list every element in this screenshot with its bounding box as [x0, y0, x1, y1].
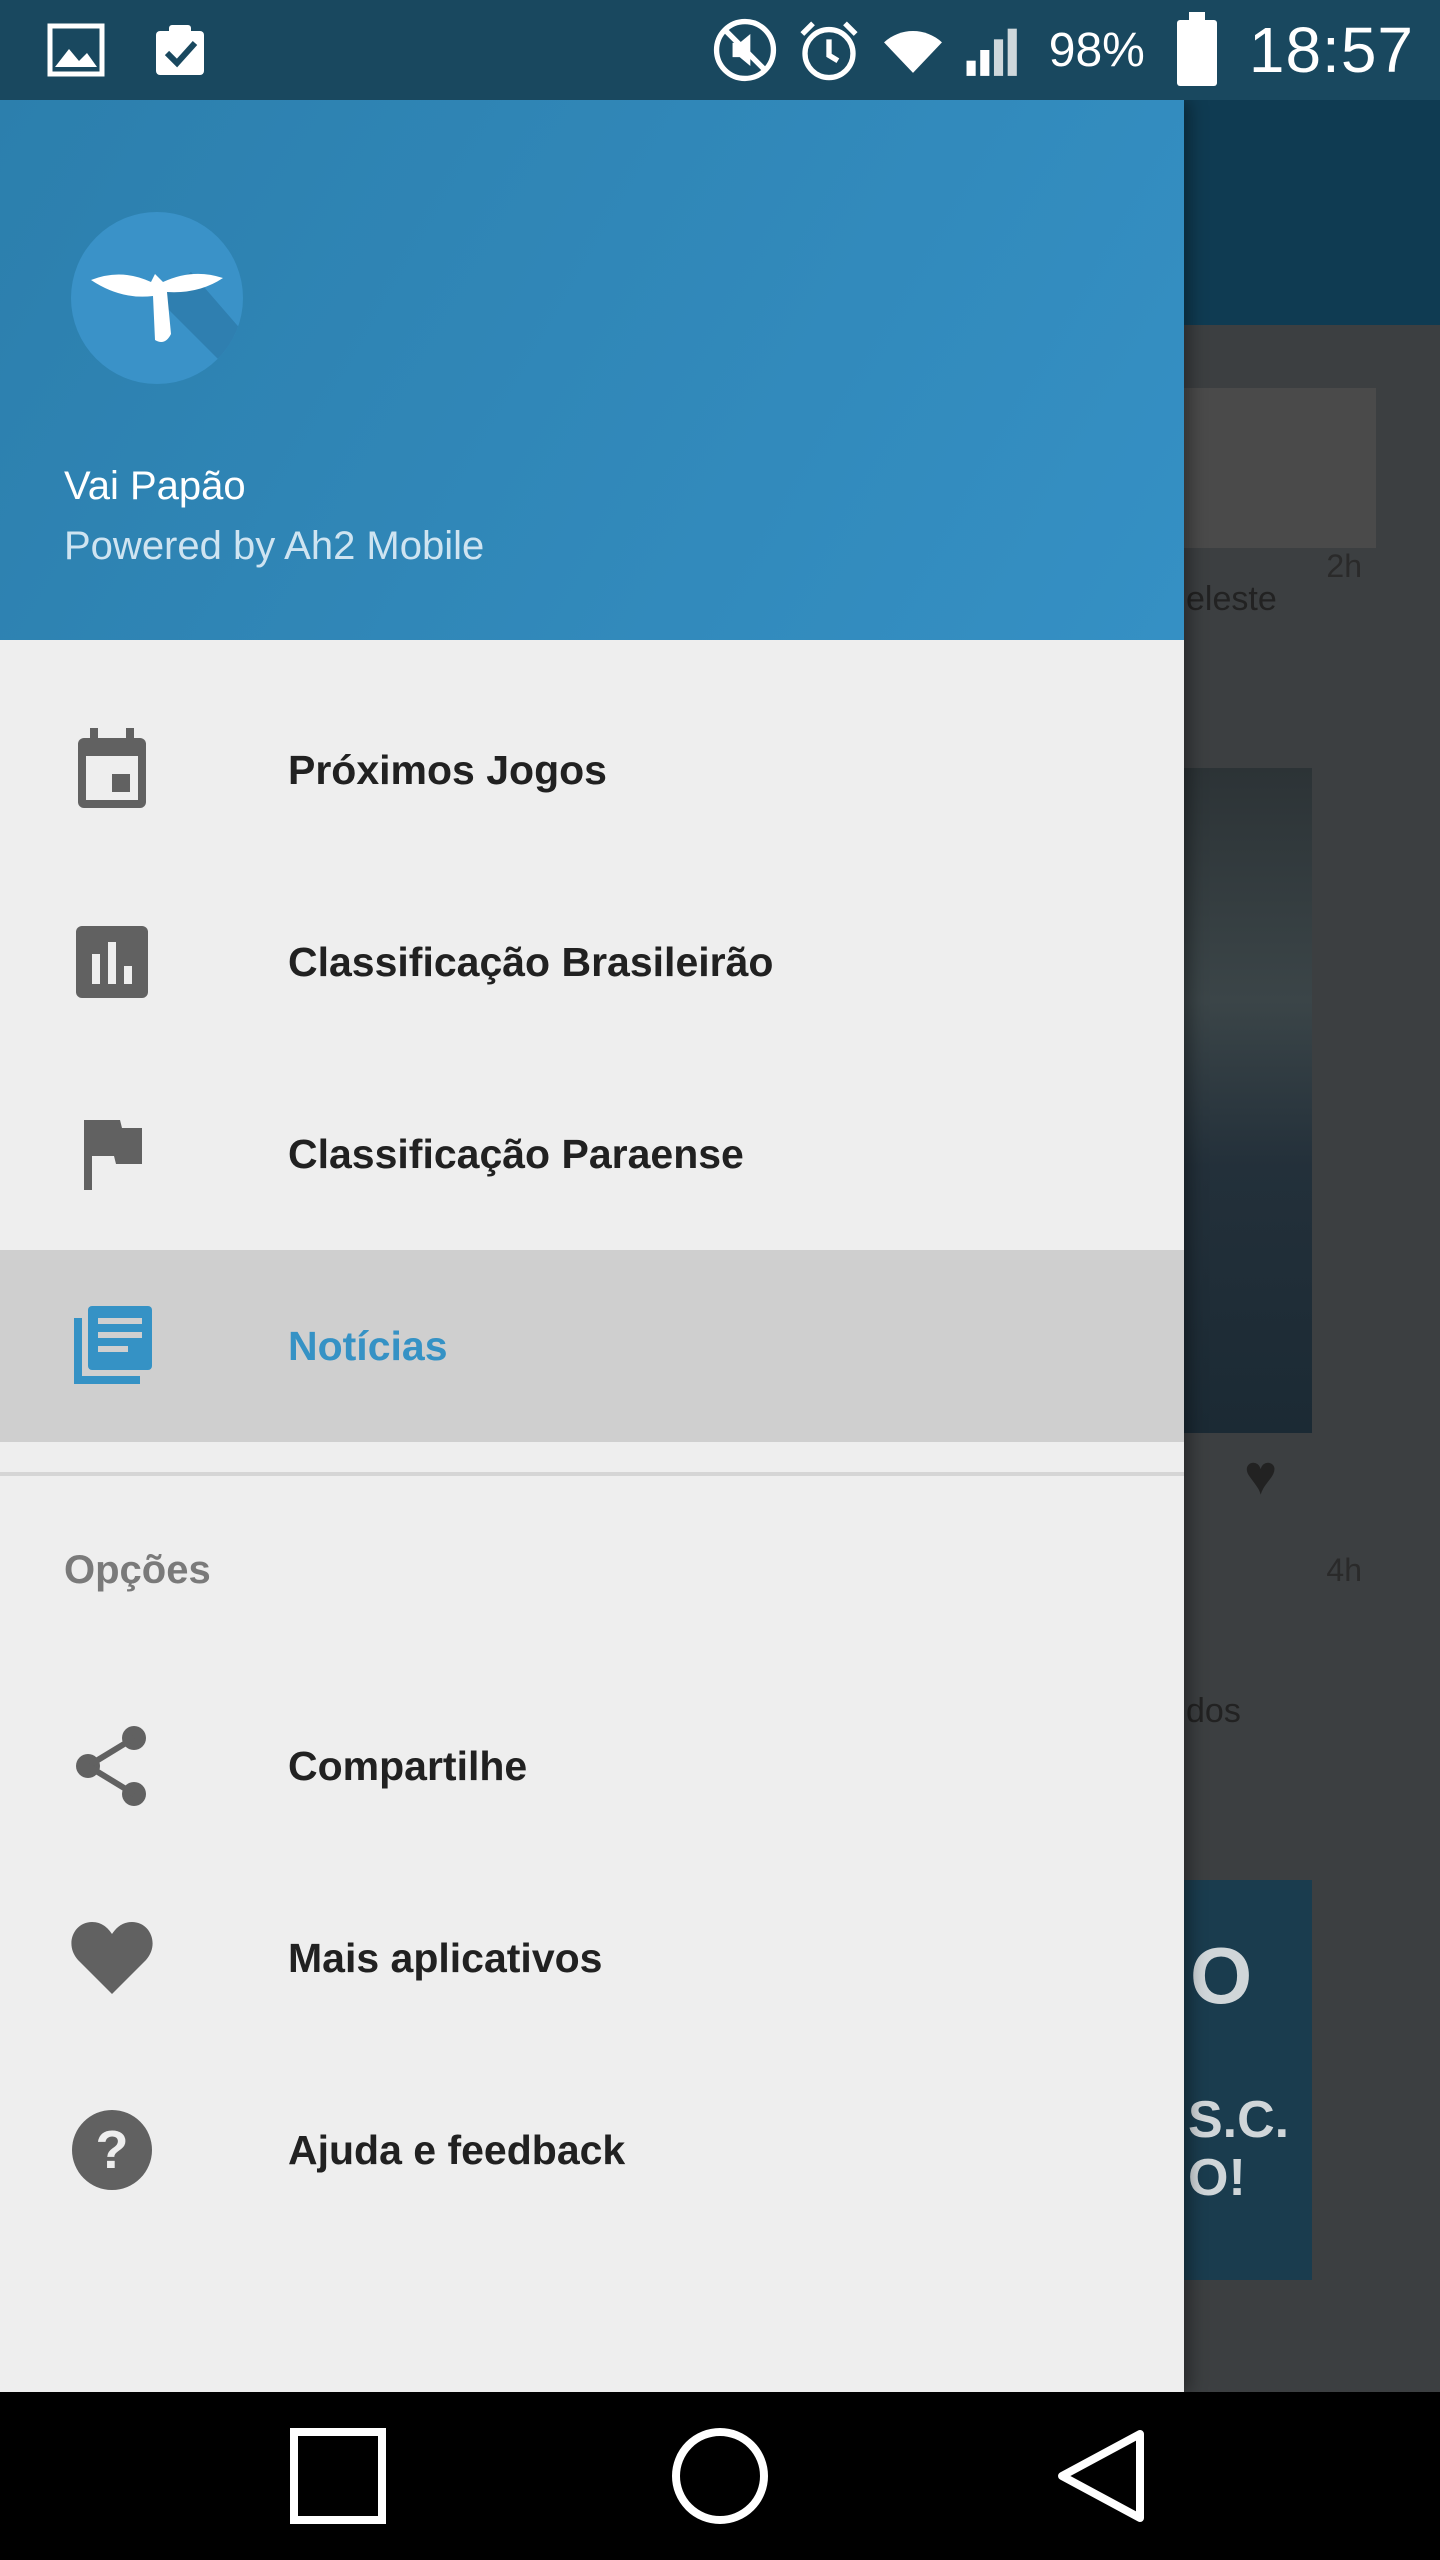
app-name: Vai Papão — [64, 464, 246, 508]
image-icon — [44, 18, 108, 82]
menu-label: Mais aplicativos — [288, 1934, 603, 1981]
menu-label: Notícias — [288, 1322, 448, 1369]
background-card-image-2: O S.C. O! — [1184, 1880, 1312, 2280]
card-snippet: eleste — [1186, 580, 1277, 618]
heart-icon: ♥ — [1244, 1443, 1278, 1506]
menu-item-proximos-jogos[interactable]: Próximos Jogos — [0, 674, 1184, 866]
news-icon — [70, 1304, 154, 1388]
heart-icon — [70, 1916, 154, 2000]
status-bar: 98% 18:57 — [0, 0, 1440, 100]
app-logo — [71, 212, 243, 384]
app-subtitle: Powered by Ah2 Mobile — [64, 524, 485, 568]
navigation-drawer: Vai Papão Powered by Ah2 Mobile Próximos… — [0, 100, 1184, 2392]
menu-item-noticias[interactable]: Notícias — [0, 1250, 1184, 1442]
options-section-title: Opções — [64, 1548, 211, 1592]
background-card-image — [1184, 768, 1312, 1433]
menu-label: Ajuda e feedback — [288, 2126, 626, 2173]
system-nav-bar — [0, 2392, 1440, 2560]
menu-label: Classificação Brasileirão — [288, 938, 774, 985]
flag-icon — [70, 1112, 154, 1196]
mute-icon — [713, 18, 777, 82]
battery-icon — [1165, 12, 1229, 86]
menu-item-ajuda-feedback[interactable]: ? Ajuda e feedback — [0, 2054, 1184, 2246]
menu-item-classificacao-brasileirao[interactable]: Classificação Brasileirão — [0, 866, 1184, 1058]
divider — [0, 1472, 1184, 1476]
card-time-2: 4h — [1326, 1552, 1362, 1588]
recent-apps-button[interactable] — [288, 2426, 388, 2526]
menu-label: Compartilhe — [288, 1742, 528, 1789]
calendar-icon — [70, 728, 154, 812]
svg-text:?: ? — [96, 2120, 129, 2180]
battery-percent: 98% — [1048, 23, 1145, 77]
wifi-icon — [881, 18, 945, 82]
clock: 18:57 — [1248, 14, 1414, 86]
alarm-icon — [797, 18, 861, 82]
menu-item-compartilhe[interactable]: Compartilhe — [0, 1670, 1184, 1862]
card-snippet-2: dos — [1186, 1692, 1241, 1730]
signal-icon — [965, 18, 1029, 82]
background-card: 2h — [1184, 388, 1376, 584]
menu-label: Classificação Paraense — [288, 1130, 744, 1177]
menu-item-classificacao-paraense[interactable]: Classificação Paraense — [0, 1058, 1184, 1250]
back-button[interactable] — [1052, 2426, 1152, 2526]
home-button[interactable] — [670, 2426, 770, 2526]
menu-label: Próximos Jogos — [288, 746, 607, 793]
share-icon — [70, 1724, 154, 1808]
clipboard-check-icon — [148, 18, 212, 82]
bar-chart-icon — [70, 920, 154, 1004]
menu-item-mais-aplicativos[interactable]: Mais aplicativos — [0, 1862, 1184, 2054]
help-icon: ? — [70, 2108, 154, 2192]
drawer-header: Vai Papão Powered by Ah2 Mobile — [0, 100, 1184, 640]
